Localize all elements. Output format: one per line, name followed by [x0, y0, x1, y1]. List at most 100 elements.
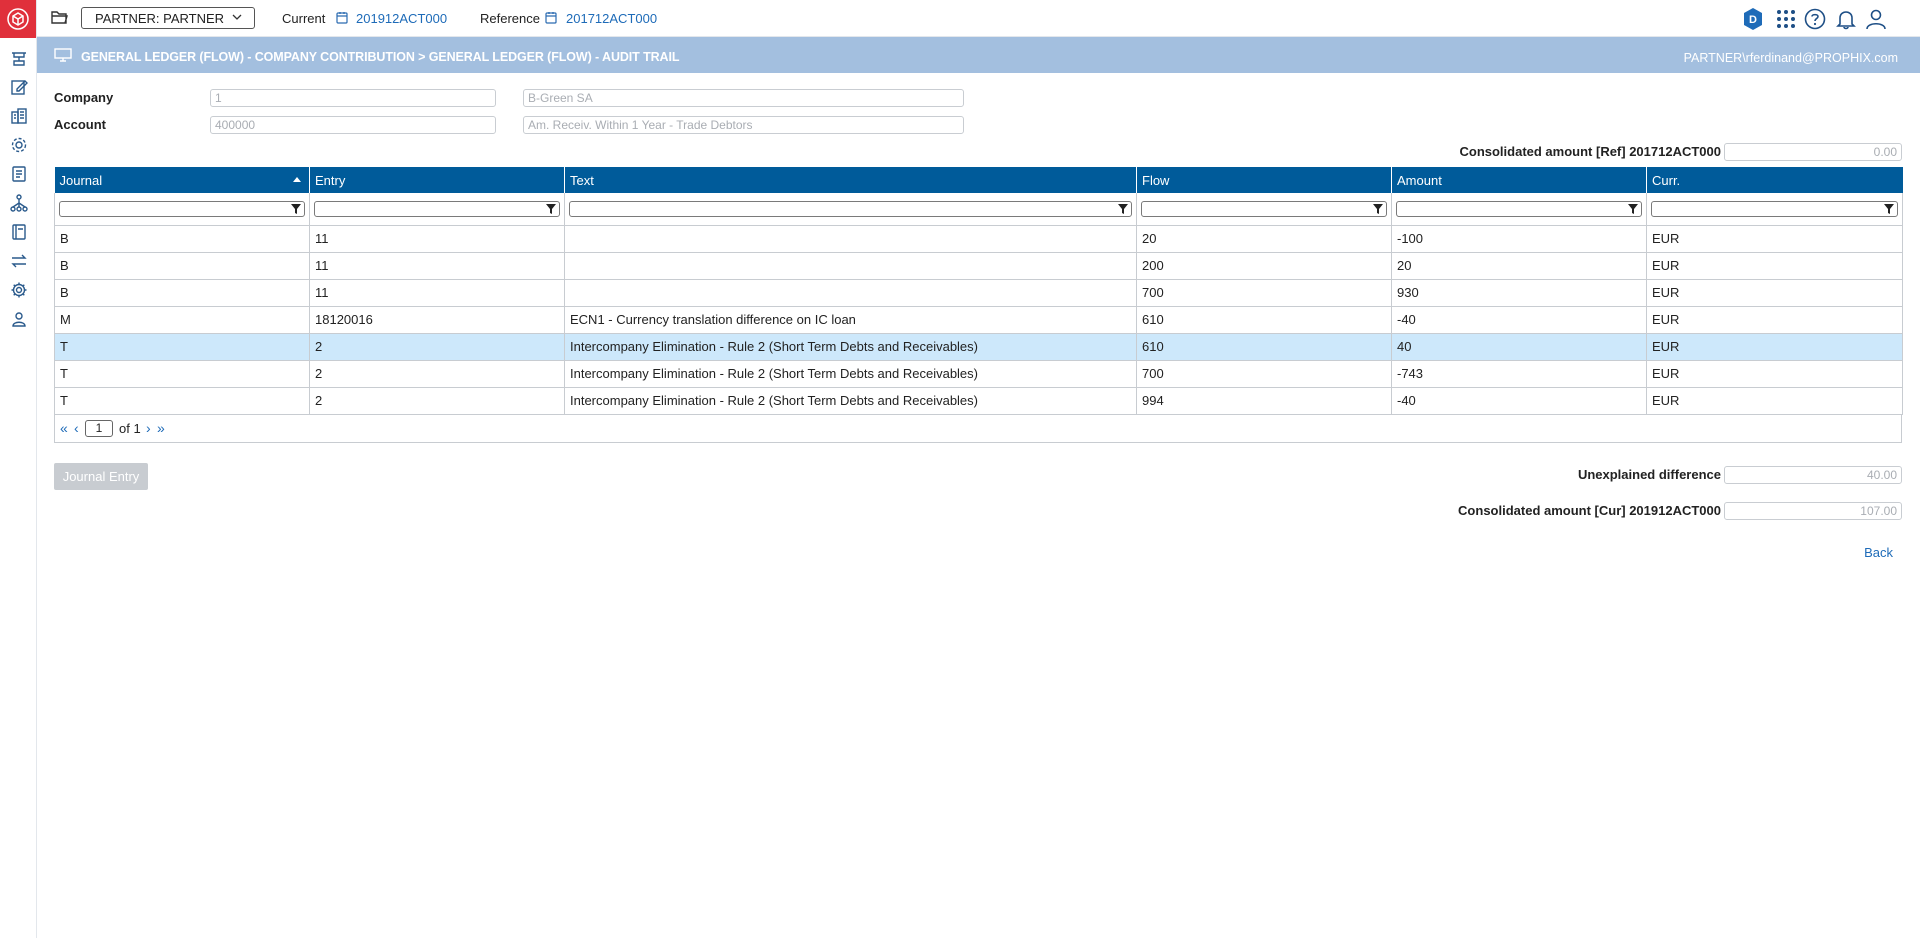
table-row[interactable]: T 2 Intercompany Elimination - Rule 2 (S…	[54, 360, 1903, 388]
previous-page-button[interactable]: ‹	[74, 421, 79, 435]
monitor-icon	[54, 48, 72, 62]
cell-currency: EUR	[1646, 306, 1903, 334]
column-header-currency[interactable]: Curr.	[1646, 167, 1903, 193]
audit-trail-grid: Journal Entry Text Flow Amount Curr. B 1…	[54, 167, 1903, 443]
filter-input-text[interactable]	[569, 200, 1132, 217]
current-scenario-label: Current	[282, 11, 326, 26]
cell-entry: 11	[309, 252, 565, 280]
filter-input-currency[interactable]	[1651, 200, 1898, 217]
cell-currency: EUR	[1646, 360, 1903, 388]
table-row[interactable]: B 11 200 20 EUR	[54, 252, 1903, 280]
sidebar-buildings-icon[interactable]	[9, 106, 28, 125]
cell-flow: 700	[1136, 360, 1392, 388]
current-scenario-link[interactable]: 201912ACT000	[356, 11, 447, 26]
cell-journal: T	[54, 333, 310, 361]
sidebar-edit-icon[interactable]	[9, 77, 28, 96]
column-header-journal[interactable]: Journal	[54, 167, 310, 193]
filter-input-journal[interactable]	[59, 200, 305, 217]
bell-notifications-icon[interactable]	[1834, 7, 1858, 31]
first-page-button[interactable]: «	[60, 421, 68, 435]
table-row-selected[interactable]: T 2 Intercompany Elimination - Rule 2 (S…	[54, 333, 1903, 361]
journal-entry-button[interactable]: Journal Entry	[54, 463, 148, 490]
cell-currency: EUR	[1646, 225, 1903, 253]
grid-header-row: Journal Entry Text Flow Amount Curr.	[54, 167, 1903, 193]
cell-flow: 610	[1136, 333, 1392, 361]
sidebar-hierarchy-icon[interactable]	[9, 193, 28, 212]
folder-open-icon[interactable]	[51, 10, 69, 26]
grid-pager: « ‹ 1 of 1 › »	[54, 414, 1902, 443]
cell-amount: 930	[1391, 279, 1647, 307]
d-badge-letter: D	[1749, 14, 1757, 26]
column-header-flow[interactable]: Flow	[1136, 167, 1392, 193]
table-row[interactable]: T 2 Intercompany Elimination - Rule 2 (S…	[54, 387, 1903, 415]
left-sidebar	[0, 0, 37, 938]
page-number-input[interactable]: 1	[85, 419, 113, 437]
table-row[interactable]: B 11 20 -100 EUR	[54, 225, 1903, 253]
cell-currency: EUR	[1646, 252, 1903, 280]
cell-flow: 610	[1136, 306, 1392, 334]
cell-amount: 40	[1391, 333, 1647, 361]
cell-amount: 20	[1391, 252, 1647, 280]
account-label: Account	[54, 117, 106, 132]
d-badge-icon[interactable]: D	[1741, 7, 1765, 31]
cell-journal: M	[54, 306, 310, 334]
consolidated-ref-label: Consolidated amount [Ref] 201712ACT000	[1459, 144, 1721, 159]
unexplained-difference-value: 40.00	[1724, 466, 1902, 484]
reference-scenario-label: Reference	[480, 11, 540, 26]
sidebar-user-admin-icon[interactable]	[9, 309, 28, 328]
cell-amount: -40	[1391, 387, 1647, 415]
filter-funnel-icon[interactable]	[1118, 203, 1128, 214]
chevron-down-icon	[232, 14, 242, 20]
cell-amount: -40	[1391, 306, 1647, 334]
filter-funnel-icon[interactable]	[291, 203, 301, 214]
reference-scenario-link[interactable]: 201712ACT000	[566, 11, 657, 26]
table-row[interactable]: M 18120016 ECN1 - Currency translation d…	[54, 306, 1903, 334]
sort-ascending-icon	[293, 177, 301, 182]
company-name-field: B-Green SA	[523, 89, 964, 107]
top-bar: PARTNER: PARTNER Current 201912ACT000 Re…	[37, 0, 1920, 37]
current-user: PARTNER\rferdinand@PROPHIX.com	[1683, 51, 1898, 65]
sidebar-transfer-arrows-icon[interactable]	[9, 251, 28, 270]
filter-funnel-icon[interactable]	[546, 203, 556, 214]
sidebar-network-gear-icon[interactable]	[9, 135, 28, 154]
app-logo-icon[interactable]	[0, 0, 36, 38]
cell-entry: 2	[309, 333, 565, 361]
filter-funnel-icon[interactable]	[1373, 203, 1383, 214]
account-code-field: 400000	[210, 116, 496, 134]
cell-entry: 2	[309, 360, 565, 388]
cell-text: ECN1 - Currency translation difference o…	[564, 306, 1137, 334]
table-row[interactable]: B 11 700 930 EUR	[54, 279, 1903, 307]
cell-journal: B	[54, 252, 310, 280]
next-page-button[interactable]: ›	[146, 421, 151, 435]
sidebar-consolidation-icon[interactable]	[9, 49, 28, 68]
back-link[interactable]: Back	[1864, 545, 1893, 560]
partner-select[interactable]: PARTNER: PARTNER	[81, 7, 255, 29]
page-title: GENERAL LEDGER (FLOW) - COMPANY CONTRIBU…	[81, 50, 680, 64]
partner-select-value: PARTNER: PARTNER	[95, 10, 225, 26]
cell-amount: -100	[1391, 225, 1647, 253]
cell-entry: 11	[309, 225, 565, 253]
cell-flow: 20	[1136, 225, 1392, 253]
sidebar-journal-book-icon[interactable]	[9, 222, 28, 241]
cell-entry: 2	[309, 387, 565, 415]
help-icon[interactable]	[1803, 7, 1827, 31]
user-profile-icon[interactable]	[1864, 7, 1888, 31]
cell-currency: EUR	[1646, 279, 1903, 307]
cell-text: Intercompany Elimination - Rule 2 (Short…	[564, 333, 1137, 361]
calendar-icon[interactable]	[336, 11, 349, 24]
sidebar-report-icon[interactable]	[9, 164, 28, 183]
filter-input-entry[interactable]	[314, 200, 560, 217]
sidebar-settings-gear-icon[interactable]	[9, 280, 28, 299]
column-header-amount[interactable]: Amount	[1391, 167, 1647, 193]
filter-funnel-icon[interactable]	[1884, 203, 1894, 214]
filter-funnel-icon[interactable]	[1628, 203, 1638, 214]
column-header-entry[interactable]: Entry	[309, 167, 565, 193]
apps-grid-icon[interactable]	[1774, 7, 1798, 31]
calendar-icon[interactable]	[545, 11, 558, 24]
cell-entry: 18120016	[309, 306, 565, 334]
unexplained-difference-label: Unexplained difference	[1577, 467, 1721, 482]
column-header-text[interactable]: Text	[564, 167, 1137, 193]
last-page-button[interactable]: »	[157, 421, 165, 435]
filter-input-amount[interactable]	[1396, 200, 1642, 217]
filter-input-flow[interactable]	[1141, 200, 1387, 217]
